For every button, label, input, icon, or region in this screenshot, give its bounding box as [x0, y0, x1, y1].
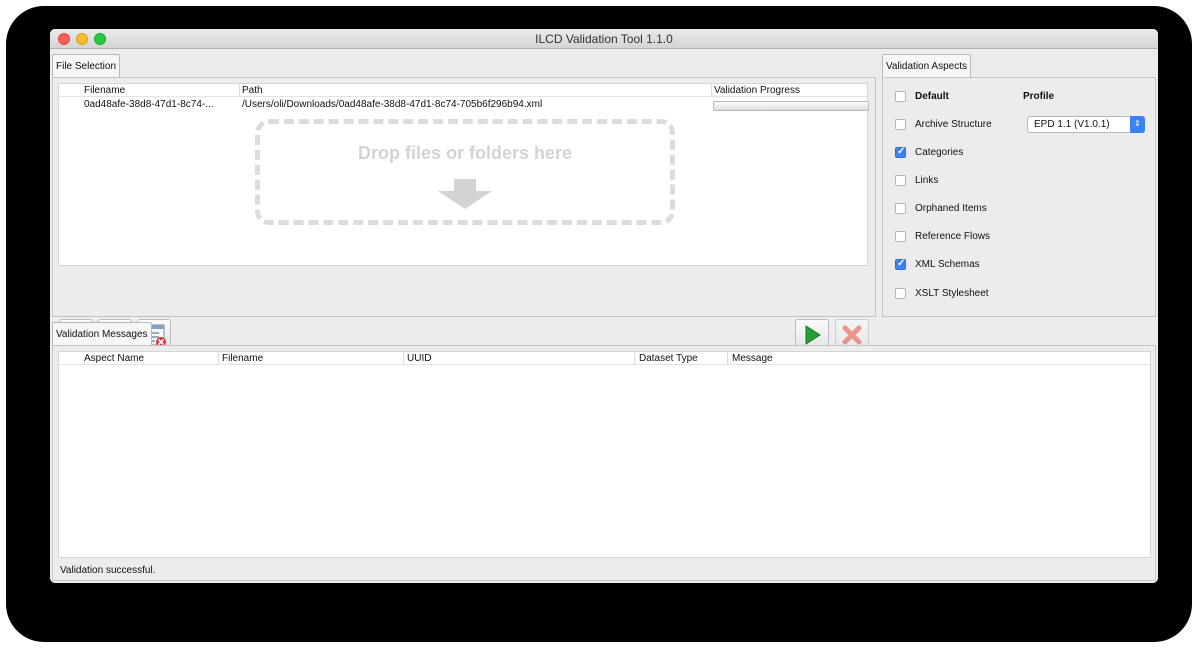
cancel-icon — [842, 325, 862, 345]
column-divider — [711, 84, 712, 97]
chevron-updown-icon: ⇕ — [1130, 116, 1145, 133]
column-filename[interactable]: Filename — [84, 85, 125, 96]
tab-validation-aspects[interactable]: Validation Aspects — [882, 54, 971, 78]
column-divider — [218, 352, 219, 365]
file-selection-panel: Filename Path Validation Progress 0ad48a… — [52, 77, 876, 364]
messages-table-header: Aspect Name Filename UUID Dataset Type M… — [59, 352, 1150, 365]
column-divider — [634, 352, 635, 365]
tab-validation-messages[interactable]: Validation Messages — [52, 322, 152, 346]
play-icon — [805, 325, 821, 345]
app-window: ILCD Validation Tool 1.1.0 File Selectio… — [50, 29, 1158, 583]
column-validation-progress[interactable]: Validation Progress — [714, 85, 800, 96]
row-path[interactable]: /Users/oli/Downloads/0ad48afe-38d8-47d1-… — [242, 99, 542, 110]
messages-table[interactable]: Aspect Name Filename UUID Dataset Type M… — [58, 351, 1151, 558]
drop-zone-text: Drop files or folders here — [357, 143, 573, 163]
checkbox-box[interactable] — [895, 175, 906, 186]
column-message[interactable]: Message — [732, 353, 773, 364]
column-path[interactable]: Path — [242, 85, 263, 96]
tab-file-selection[interactable]: File Selection — [52, 54, 121, 78]
row-filename[interactable]: 0ad48afe-38d8-47d1-8c74-... — [84, 99, 214, 110]
profile-select-value: EPD 1.1 (V1.0.1) — [1034, 119, 1110, 130]
aspect-label: Categories — [915, 147, 964, 158]
file-table-header: Filename Path Validation Progress — [59, 84, 867, 97]
checkbox-box[interactable] — [895, 119, 906, 130]
status-message: Validation successful. — [60, 565, 156, 576]
aspect-label: Reference Flows — [915, 231, 991, 242]
column-filename[interactable]: Filename — [222, 353, 263, 364]
drop-zone[interactable]: Drop files or folders here — [255, 119, 675, 225]
column-uuid[interactable]: UUID — [407, 353, 431, 364]
validation-aspects-panel: Default Profile Archive Structure Catego… — [882, 77, 1156, 317]
column-dataset-type[interactable]: Dataset Type — [639, 353, 698, 364]
validation-messages-panel: Aspect Name Filename UUID Dataset Type M… — [52, 345, 1156, 581]
title-bar[interactable]: ILCD Validation Tool 1.1.0 — [50, 29, 1158, 49]
file-table[interactable]: Filename Path Validation Progress 0ad48a… — [58, 83, 869, 266]
column-divider — [403, 352, 404, 365]
checkbox-box[interactable] — [895, 91, 906, 102]
down-arrow-icon — [438, 179, 492, 209]
aspect-label: XSLT Stylesheet — [915, 288, 989, 299]
aspect-label: XML Schemas — [915, 259, 980, 270]
column-divider — [727, 352, 728, 365]
column-divider — [239, 84, 240, 97]
row-progress-bar — [713, 101, 869, 111]
profile-label: Profile — [1023, 91, 1055, 102]
default-label: Default — [915, 91, 949, 102]
checkbox-box[interactable] — [895, 146, 906, 158]
aspect-label: Orphaned Items — [915, 203, 987, 214]
checkbox-box[interactable] — [895, 288, 906, 299]
aspect-label: Archive Structure — [915, 119, 992, 130]
aspect-label: Links — [915, 175, 939, 186]
column-aspect-name[interactable]: Aspect Name — [84, 353, 144, 364]
checkbox-box[interactable] — [895, 231, 906, 242]
checkbox-box[interactable] — [895, 203, 906, 214]
window-title: ILCD Validation Tool 1.1.0 — [535, 32, 673, 46]
checkbox-box[interactable] — [895, 258, 906, 270]
profile-select[interactable]: EPD 1.1 (V1.0.1) ⇕ — [1027, 116, 1145, 133]
